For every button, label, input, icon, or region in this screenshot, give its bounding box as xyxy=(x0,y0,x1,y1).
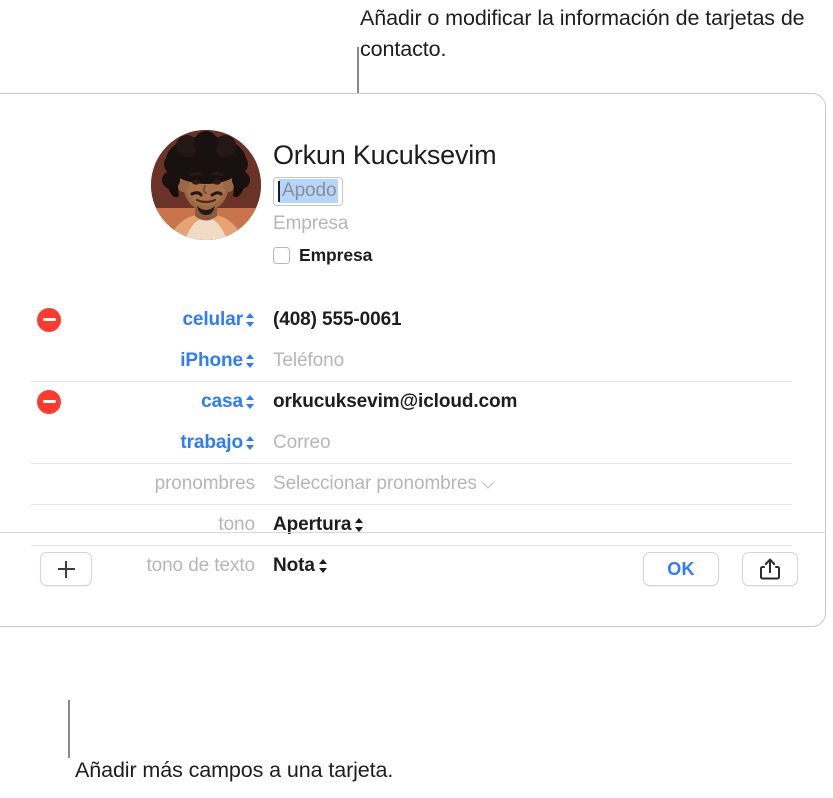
plus-icon xyxy=(57,560,75,578)
card-toolbar: OK xyxy=(0,532,825,626)
field-value-text: Teléfono xyxy=(273,349,345,371)
nickname-value: Apodo xyxy=(279,179,339,203)
field-row: pronombres Seleccionar pronombres xyxy=(0,463,825,504)
field-value-text: Correo xyxy=(273,431,331,453)
share-icon xyxy=(760,558,780,580)
field-value-text: orkucuksevim@icloud.com xyxy=(273,390,518,412)
field-value-text: (408) 555-0061 xyxy=(273,308,402,330)
field-label-text: casa xyxy=(201,390,243,412)
stepper-icon[interactable] xyxy=(246,435,255,451)
field-label-text: celular xyxy=(182,308,243,330)
company-checkbox[interactable] xyxy=(273,246,290,264)
contact-card-header: Orkun Kucuksevim Apodo Empresa Empresa xyxy=(0,94,825,299)
field-label: pronombres xyxy=(0,473,255,495)
field-label-text: iPhone xyxy=(180,349,243,371)
field-value[interactable]: Correo xyxy=(273,431,331,454)
field-row: trabajo Correo xyxy=(0,422,825,463)
contact-name[interactable]: Orkun Kucuksevim xyxy=(273,138,497,172)
stepper-icon[interactable] xyxy=(246,353,255,369)
callout-top-text: Añadir o modificar la información de tar… xyxy=(360,6,805,61)
field-row: celular (408) 555-0061 xyxy=(0,299,825,340)
field-label[interactable]: iPhone xyxy=(0,350,255,372)
field-label[interactable]: casa xyxy=(0,391,255,413)
callout-bottom-text: Añadir más campos a una tarjeta. xyxy=(75,758,394,782)
field-value[interactable]: orkucuksevim@icloud.com xyxy=(273,391,517,413)
company-field[interactable]: Empresa xyxy=(273,212,496,236)
field-value[interactable]: (408) 555-0061 xyxy=(273,309,402,331)
callout-bottom-leader-line xyxy=(68,700,70,758)
share-button[interactable] xyxy=(742,552,798,586)
add-field-button[interactable] xyxy=(40,552,92,586)
stepper-icon[interactable] xyxy=(246,394,255,410)
field-row: casa orkucuksevim@icloud.com xyxy=(0,381,825,422)
company-checkbox-row[interactable]: Empresa xyxy=(273,245,496,265)
field-value[interactable]: Teléfono xyxy=(273,350,344,372)
field-label[interactable]: trabajo xyxy=(0,432,255,454)
stepper-icon[interactable] xyxy=(246,312,255,328)
field-value-text: Seleccionar pronombres xyxy=(273,472,477,494)
field-label[interactable]: celular xyxy=(0,309,255,331)
ok-button[interactable]: OK xyxy=(643,552,719,586)
text-caret xyxy=(278,181,280,202)
nickname-field[interactable]: Apodo xyxy=(273,177,344,206)
stepper-icon[interactable] xyxy=(355,517,364,533)
contact-card-panel: Orkun Kucuksevim Apodo Empresa Empresa c… xyxy=(0,93,826,627)
avatar[interactable] xyxy=(151,130,261,240)
company-checkbox-label: Empresa xyxy=(299,245,373,265)
field-value[interactable]: Seleccionar pronombres xyxy=(273,473,494,495)
field-label-text: pronombres xyxy=(154,472,255,494)
field-row: iPhone Teléfono xyxy=(0,340,825,381)
chevron-down-icon[interactable] xyxy=(483,478,494,489)
name-block: Orkun Kucuksevim Apodo Empresa Empresa xyxy=(273,138,497,265)
field-label-text: trabajo xyxy=(180,431,243,453)
